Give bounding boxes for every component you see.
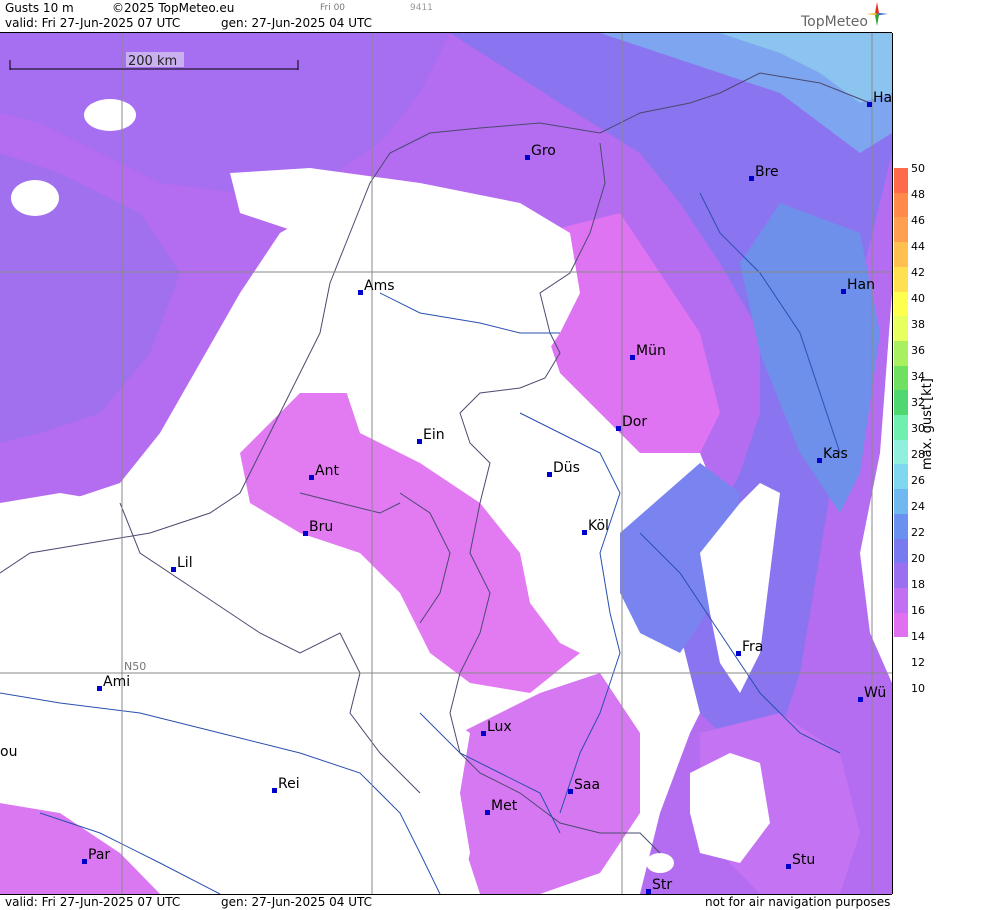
legend-swatch [894,587,908,614]
legend-swatch [894,316,908,342]
compass-logo-icon [866,2,888,26]
legend-swatch [894,489,908,515]
copyright-text: ©2025 TopMeteo.eu [112,1,235,15]
legend-swatch [894,612,908,638]
city-label: Köl [582,518,609,535]
legend-tick-label: 16 [911,604,925,617]
legend-swatch [894,415,908,441]
legend-swatch [894,291,908,317]
legend-swatch [894,168,908,194]
footer-generated-time: gen: 27-Jun-2025 04 UTC [221,895,373,909]
legend-tick-label: 10 [911,682,925,695]
grid-label: N50 [124,660,146,673]
legend-swatch [894,464,908,490]
city-label: Bre [749,164,779,181]
city-label: Ami [97,674,130,691]
legend-tick-label: 38 [911,318,925,331]
city-label: Rei [272,776,300,793]
city-label: Ant [309,463,339,480]
city-label: Stu [786,852,815,869]
city-label: Str [646,877,672,894]
legend-tick-label: 48 [911,188,925,201]
legend-tick-label: 46 [911,214,925,227]
disclaimer-text: not for air navigation purposes [705,895,891,909]
city-label: Fra [736,639,763,656]
city-label: Ein [417,427,445,444]
legend-tick-label: 24 [911,500,925,513]
legend-swatch [894,340,908,367]
legend-swatch [894,513,908,539]
city-label: Saa [568,777,600,794]
legend-tick-label: 20 [911,552,925,565]
legend-swatch [894,242,908,268]
legend-tick-label: 12 [911,656,925,669]
legend-swatch [894,390,908,416]
footer-valid-time: valid: Fri 27-Jun-2025 07 UTC [5,895,181,909]
city-label: Düs [547,460,580,477]
legend-tick-label: 44 [911,240,925,253]
city-label: Met [485,798,517,815]
city-label: Par [82,847,110,864]
legend-swatch [894,192,908,218]
city-label: Wü [858,685,886,702]
legend-swatch [894,266,908,292]
city-label: ou [0,744,18,760]
city-label: Bru [303,519,333,536]
city-label: Han [841,277,875,294]
legend-swatch [894,439,908,465]
scale-bar-label: 200 km [128,54,177,69]
map-header: Gusts 10 m ©2025 TopMeteo.eu Fri 00 9411… [0,0,892,33]
legend-tick-label: 42 [911,266,925,279]
city-label: Ams [358,278,395,295]
legend-swatch [894,365,908,391]
product-title: Gusts 10 m [5,1,74,15]
city-label: Ha [867,90,892,107]
legend-tick-label: 40 [911,292,925,305]
legend-tick-label: 18 [911,578,925,591]
legend-tick-label: 22 [911,526,925,539]
frame-label: Fri 00 [320,3,346,13]
gust-color-legend [894,168,908,663]
legend-swatch [894,563,908,589]
city-label: Lil [171,555,193,572]
legend-tick-label: 50 [911,162,925,175]
legend-tick-label: 36 [911,344,925,357]
legend-tick-label: 14 [911,630,925,643]
legend-swatch [894,217,908,243]
legend-swatch [894,637,908,663]
generated-time: gen: 27-Jun-2025 04 UTC [221,16,373,30]
city-label: Kas [817,446,848,463]
valid-time: valid: Fri 27-Jun-2025 07 UTC [5,16,181,30]
city-label: Dor [616,414,647,431]
legend-tick-label: 26 [911,474,925,487]
map-footer: valid: Fri 27-Jun-2025 07 UTC gen: 27-Ju… [0,894,892,910]
city-label: Mün [630,343,666,360]
frame-code: 9411 [410,3,433,13]
gust-map[interactable]: 200 km N50 [0,33,893,894]
legend-title: max. gust [kt] [920,378,935,470]
brand-logo-text: TopMeteo [801,14,868,30]
city-label: Gro [525,143,556,160]
legend-swatch [894,538,908,564]
city-label: Lux [481,719,512,736]
